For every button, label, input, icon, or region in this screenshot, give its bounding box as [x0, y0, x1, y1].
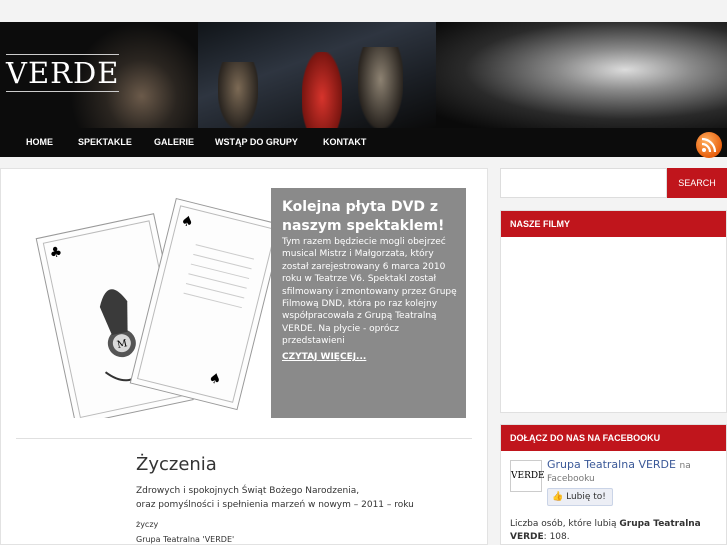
post-line: życzy: [136, 520, 159, 529]
featured-slider: ♣ M ♠ ♠ Kolejna płyta DVD z naszym spekt…: [23, 188, 466, 418]
search-input[interactable]: [500, 168, 667, 198]
fb-count-value: : 108.: [543, 532, 570, 542]
rss-icon-glyph: [701, 137, 717, 153]
films-widget: NASZE FILMY: [500, 210, 727, 413]
post-line: oraz pomyślności i spełnienia marzeń w n…: [136, 500, 414, 510]
nav-galerie[interactable]: GALERIE: [154, 128, 194, 157]
rss-icon[interactable]: [696, 132, 722, 158]
fb-page-link[interactable]: Grupa Teatralna VERDE: [547, 458, 676, 471]
fb-like-button[interactable]: 👍 Lubię to!: [547, 488, 613, 506]
fb-like-label: Lubię to!: [566, 492, 606, 502]
nav-home[interactable]: HOME: [26, 128, 53, 157]
fb-page-logo[interactable]: VERDE: [510, 460, 545, 492]
banner-photo: [436, 22, 727, 128]
slide-caption: Kolejna płyta DVD z naszym spektaklem! T…: [271, 188, 466, 418]
thumbs-up-icon: 👍: [552, 492, 564, 502]
fb-like-count: Liczba osób, które lubią Grupa Teatralna…: [510, 518, 710, 544]
nav-wstap-do-grupy[interactable]: WSTĄP DO GRUPY: [215, 128, 298, 157]
post-line: Grupa Teatralna 'VERDE': [136, 535, 235, 544]
search-button[interactable]: SEARCH: [667, 168, 727, 198]
banner-figure: [218, 62, 258, 128]
slide-text: Tym razem będziecie mogli obejrzeć music…: [282, 237, 457, 347]
read-more-link[interactable]: CZYTAJ WIĘCEJ...: [282, 352, 366, 362]
slide-title[interactable]: Kolejna płyta DVD z naszym spektaklem!: [282, 198, 462, 236]
site-logo[interactable]: VERDE: [6, 54, 120, 92]
post-text: Zdrowych i spokojnych Świąt Bożego Narod…: [136, 484, 466, 512]
dvd-cover-image: ♣ M ♠ ♠: [35, 197, 271, 418]
fb-site: Facebooku: [547, 474, 595, 484]
fb-page-name: Grupa Teatralna VERDE na Facebooku: [547, 458, 691, 484]
nav-spektakle[interactable]: SPEKTAKLE: [78, 128, 132, 157]
post-line: Zdrowych i spokojnych Świąt Bożego Narod…: [136, 486, 360, 496]
divider: [16, 438, 472, 439]
slide-image[interactable]: ♣ M ♠ ♠: [23, 188, 271, 418]
fb-on: na: [679, 461, 691, 471]
widget-title: DOŁĄCZ DO NAS NA FACEBOOKU: [501, 425, 726, 451]
nav-kontakt[interactable]: KONTAKT: [323, 128, 366, 157]
post-title[interactable]: Życzenia: [136, 454, 217, 475]
banner-photo: [198, 22, 436, 128]
widget-title: NASZE FILMY: [501, 211, 726, 237]
banner-figure: [358, 47, 403, 128]
fb-count-prefix: Liczba osób, które lubią: [510, 519, 617, 529]
header-banner: VERDE: [0, 22, 727, 128]
banner-figure: [302, 52, 342, 128]
main-nav: HOME SPEKTAKLE GALERIE WSTĄP DO GRUPY KO…: [0, 128, 727, 157]
